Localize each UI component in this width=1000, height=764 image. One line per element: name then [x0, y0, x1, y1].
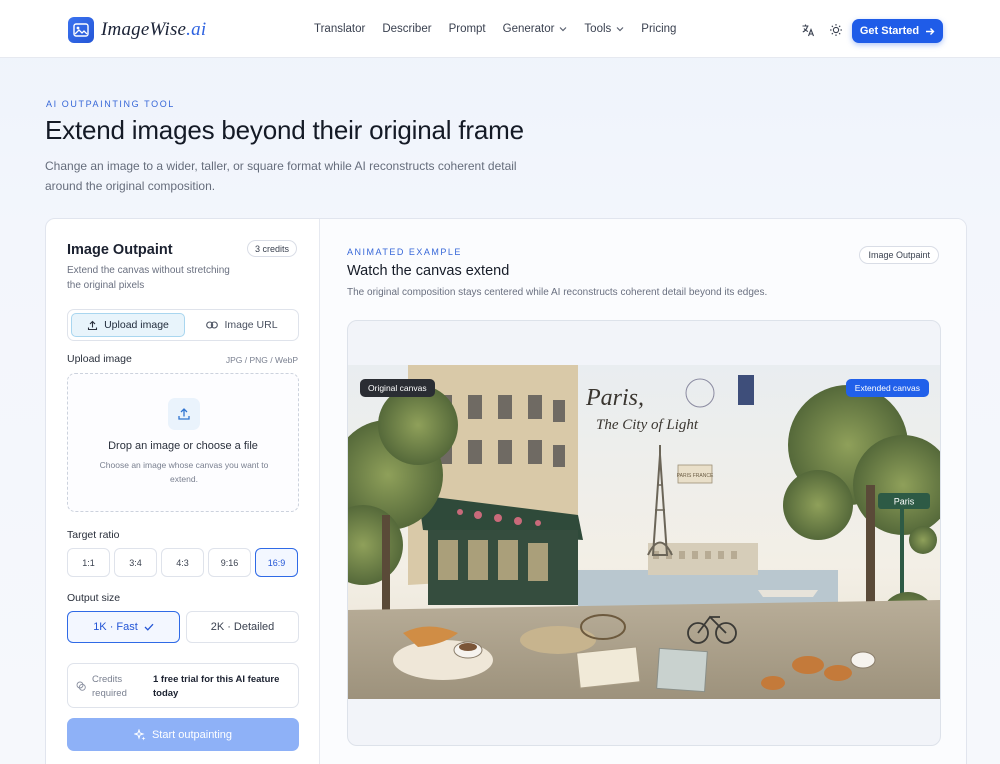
- sparkle-icon: [133, 728, 146, 740]
- link-icon: [206, 321, 219, 329]
- credits-required-label: Credits required: [92, 674, 127, 699]
- nav-pricing[interactable]: Pricing: [641, 23, 676, 35]
- hero-eyebrow: AI OUTPAINTING TOOL: [46, 99, 175, 109]
- example-title: Watch the canvas extend: [347, 263, 510, 279]
- main-nav: Translator Describer Prompt Generator To…: [314, 23, 693, 35]
- example-canvas: Paris Paris, The City of Light PARIS FRA…: [347, 320, 941, 746]
- logo-image-icon: [68, 17, 94, 43]
- size-1k-fast[interactable]: 1K · Fast: [67, 611, 180, 643]
- coins-icon: [76, 681, 86, 691]
- sun-theme-icon[interactable]: [829, 23, 843, 37]
- ratio-9-16[interactable]: 9:16: [208, 548, 251, 577]
- nav-describer[interactable]: Describer: [382, 23, 431, 35]
- tab-image-url[interactable]: Image URL: [188, 313, 296, 337]
- example-panel: ANIMATED EXAMPLE Watch the canvas extend…: [320, 219, 966, 764]
- output-size-label: Output size: [67, 592, 121, 604]
- page-subtitle: Change an image to a wider, taller, or s…: [45, 159, 517, 193]
- tool-description: Extend the canvas without stretching the…: [67, 265, 230, 291]
- arrow-right-icon: [926, 27, 935, 35]
- tool-settings-panel: Image Outpaint 3 credits Extend the canv…: [46, 219, 320, 764]
- example-badge: Image Outpaint: [859, 246, 939, 264]
- page-title: Extend images beyond their original fram…: [45, 115, 524, 145]
- outpaint-workspace: Image Outpaint 3 credits Extend the canv…: [45, 218, 967, 764]
- top-navbar: ImageWise.ai Translator Describer Prompt…: [0, 0, 1000, 58]
- image-dropzone[interactable]: Drop an image or choose a file Choose an…: [67, 373, 299, 512]
- credits-required-box: Credits required 1 free trial for this A…: [67, 663, 299, 708]
- credits-required-value: 1 free trial for this AI feature today: [153, 674, 280, 699]
- example-subtitle: The original composition stays centered …: [347, 287, 768, 298]
- start-outpainting-button[interactable]: Start outpainting: [67, 718, 299, 751]
- chevron-down-icon: [559, 27, 567, 32]
- logo[interactable]: ImageWise.ai: [68, 17, 206, 43]
- paris-watercolor-illustration: Paris Paris, The City of Light PARIS FRA…: [348, 365, 940, 699]
- extended-canvas-label: Extended canvas: [845, 379, 929, 397]
- size-2k-detailed[interactable]: 2K · Detailed: [186, 611, 299, 643]
- tab-upload-image[interactable]: Upload image: [71, 313, 185, 337]
- target-ratio-label: Target ratio: [67, 529, 120, 541]
- svg-text:PARIS FRANCE: PARIS FRANCE: [677, 473, 714, 479]
- chevron-down-icon: [616, 27, 624, 32]
- svg-text:Paris: Paris: [894, 497, 915, 507]
- tool-title: Image Outpaint: [67, 242, 173, 258]
- upload-icon: [168, 398, 200, 430]
- nav-prompt[interactable]: Prompt: [449, 23, 486, 35]
- ratio-1-1[interactable]: 1:1: [67, 548, 110, 577]
- svg-text:Paris,: Paris,: [585, 385, 644, 411]
- logo-text: ImageWise.ai: [101, 19, 207, 40]
- ratio-16-9[interactable]: 16:9: [255, 548, 298, 577]
- nav-generator[interactable]: Generator: [503, 23, 568, 35]
- upload-formats-hint: JPG / PNG / WebP: [225, 355, 298, 365]
- ratio-3-4[interactable]: 3:4: [114, 548, 157, 577]
- svg-text:The City of Light: The City of Light: [596, 417, 699, 433]
- source-tabs: Upload image Image URL: [67, 309, 299, 341]
- nav-tools[interactable]: Tools: [584, 23, 624, 35]
- original-canvas-label: Original canvas: [360, 379, 435, 397]
- nav-translator[interactable]: Translator: [314, 23, 365, 35]
- upload-label: Upload image: [67, 353, 132, 365]
- upload-icon: [88, 320, 98, 330]
- example-eyebrow: ANIMATED EXAMPLE: [347, 247, 462, 257]
- dropzone-subtitle: Choose an image whose canvas you want to…: [99, 460, 269, 484]
- credits-badge: 3 credits: [247, 240, 298, 257]
- ratio-options: 1:1 3:4 4:3 9:16 16:9: [67, 548, 302, 577]
- get-started-button[interactable]: Get Started: [852, 19, 943, 43]
- ratio-4-3[interactable]: 4:3: [161, 548, 204, 577]
- translate-language-icon[interactable]: [801, 23, 815, 37]
- check-icon: [144, 623, 154, 631]
- dropzone-title: Drop an image or choose a file: [108, 440, 258, 452]
